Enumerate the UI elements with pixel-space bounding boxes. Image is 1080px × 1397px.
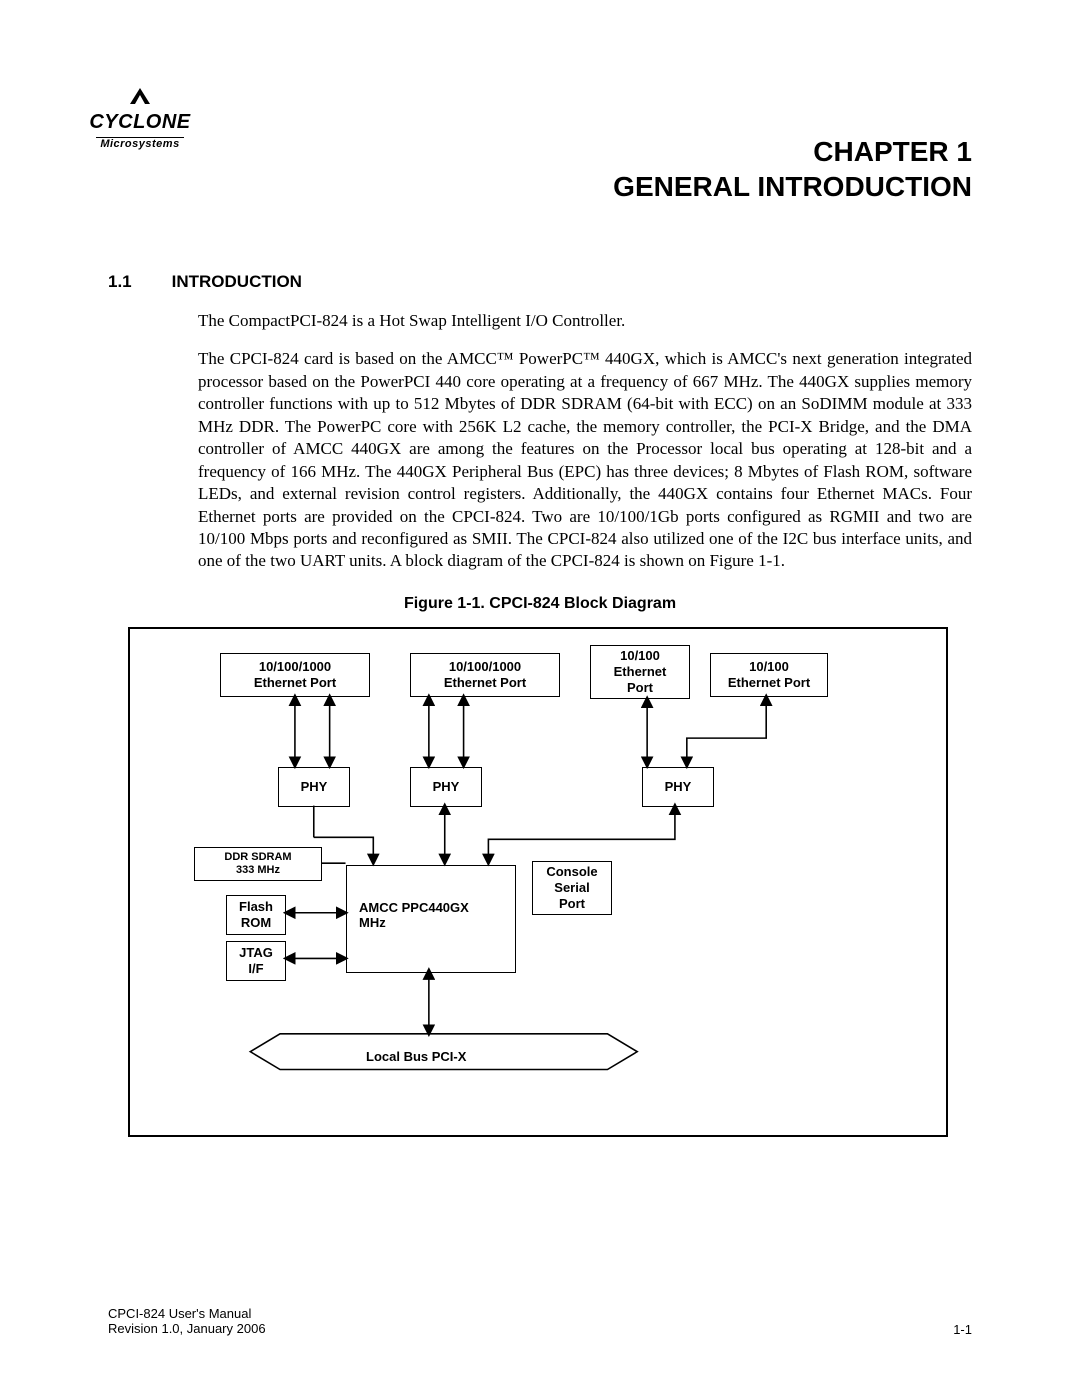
section-title: INTRODUCTION [172,272,302,292]
box-phy-1: PHY [278,767,350,807]
block-diagram: 10/100/1000 Ethernet Port 10/100/1000 Et… [128,627,948,1137]
box-jtag: JTAG I/F [226,941,286,981]
chapter-line2: GENERAL INTRODUCTION [108,169,972,204]
box-ethernet-100-a: 10/100 Ethernet Port [590,645,690,699]
chapter-line1: CHAPTER 1 [108,134,972,169]
box-ethernet-100-b: 10/100 Ethernet Port [710,653,828,697]
box-flash-rom: Flash ROM [226,895,286,935]
logo-mark-icon [128,86,152,106]
logo-subtitle: Microsystems [96,137,183,150]
box-ethernet-gigabit-1: 10/100/1000 Ethernet Port [220,653,370,697]
chapter-title: CHAPTER 1 GENERAL INTRODUCTION [108,134,972,204]
body-text: The CompactPCI-824 is a Hot Swap Intelli… [198,310,972,573]
box-console-serial: Console Serial Port [532,861,612,915]
page-footer: CPCI-824 User's Manual Revision 1.0, Jan… [108,1306,972,1337]
section-heading: 1.1 INTRODUCTION [108,272,972,292]
box-ddr-sdram: DDR SDRAM 333 MHz [194,847,322,881]
box-phy-2: PHY [410,767,482,807]
box-cpu: AMCC PPC440GX MHz [346,865,516,973]
footer-manual: CPCI-824 User's Manual [108,1306,266,1322]
label-local-bus: Local Bus PCI-X [366,1049,466,1065]
box-ethernet-gigabit-2: 10/100/1000 Ethernet Port [410,653,560,697]
figure-caption: Figure 1-1. CPCI-824 Block Diagram [108,595,972,613]
logo-name: CYCLONE [80,111,200,134]
footer-revision: Revision 1.0, January 2006 [108,1321,266,1337]
logo: CYCLONE Microsystems [80,86,200,152]
section-number: 1.1 [108,272,132,292]
paragraph-1: The CompactPCI-824 is a Hot Swap Intelli… [198,310,972,332]
footer-page-number: 1-1 [953,1322,972,1337]
paragraph-2: The CPCI-824 card is based on the AMCC™ … [198,348,972,572]
box-phy-3: PHY [642,767,714,807]
